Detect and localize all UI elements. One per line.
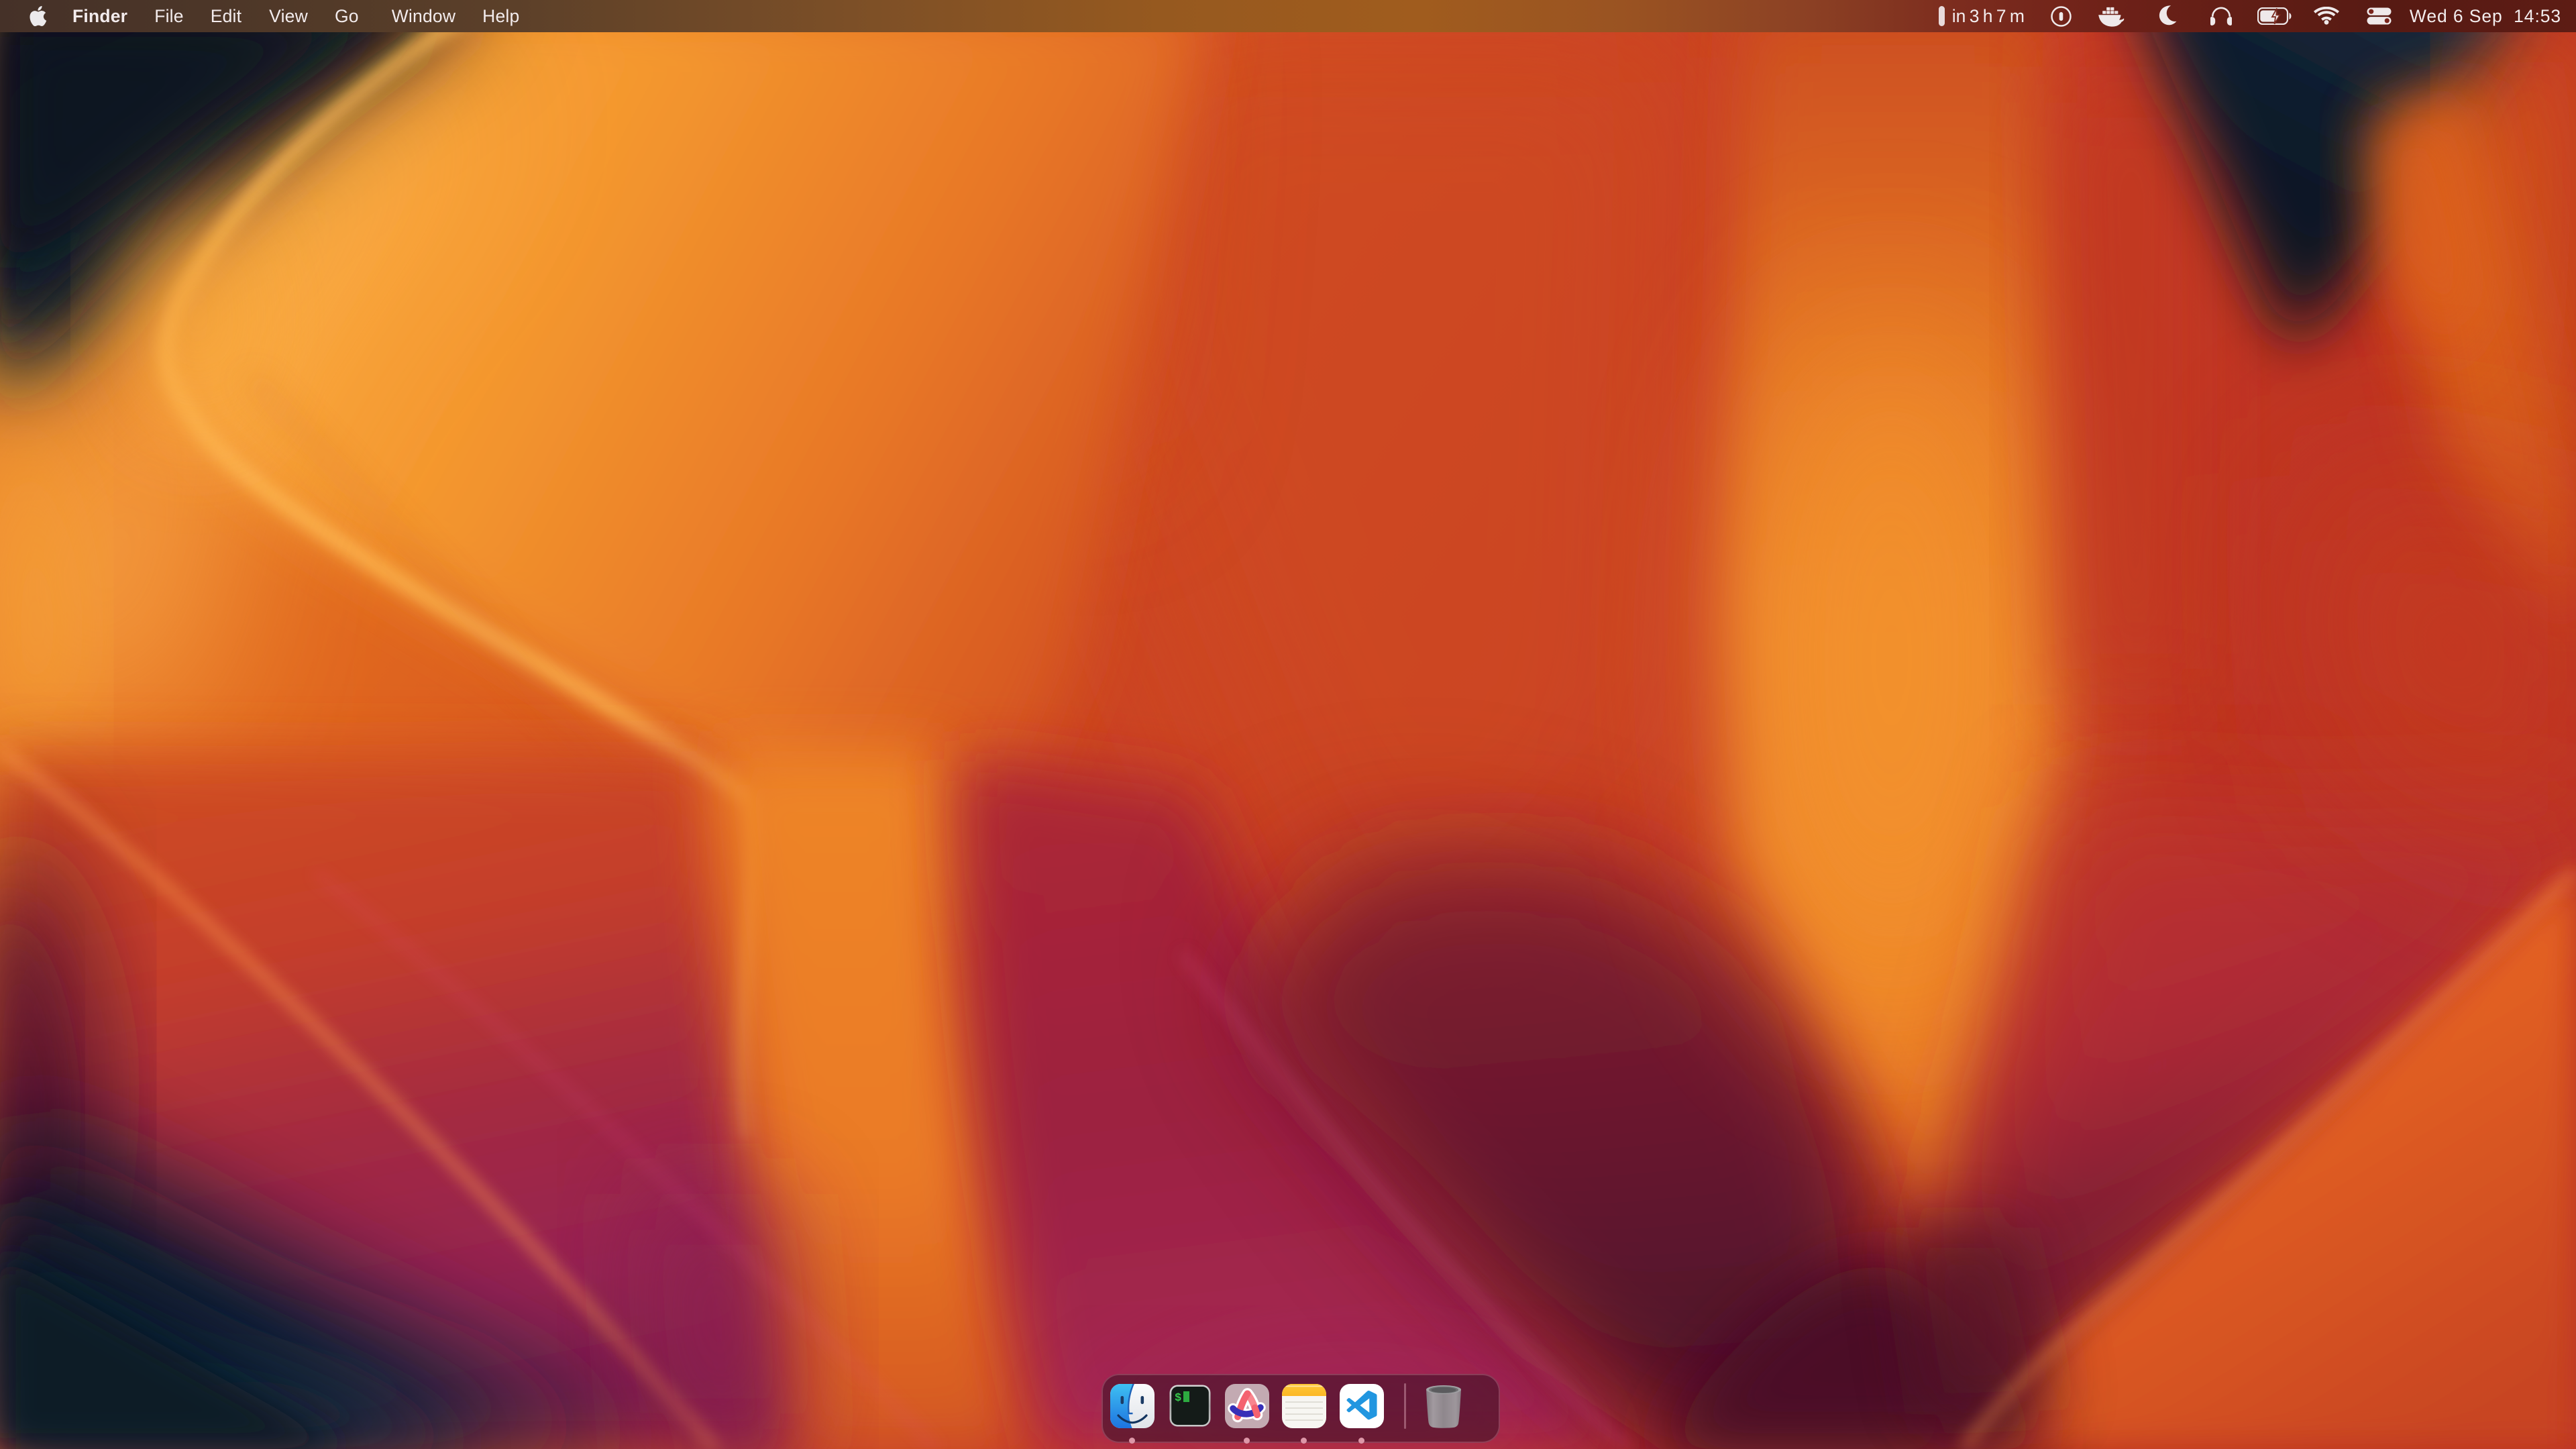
svg-text:$: $ xyxy=(1175,1392,1181,1405)
